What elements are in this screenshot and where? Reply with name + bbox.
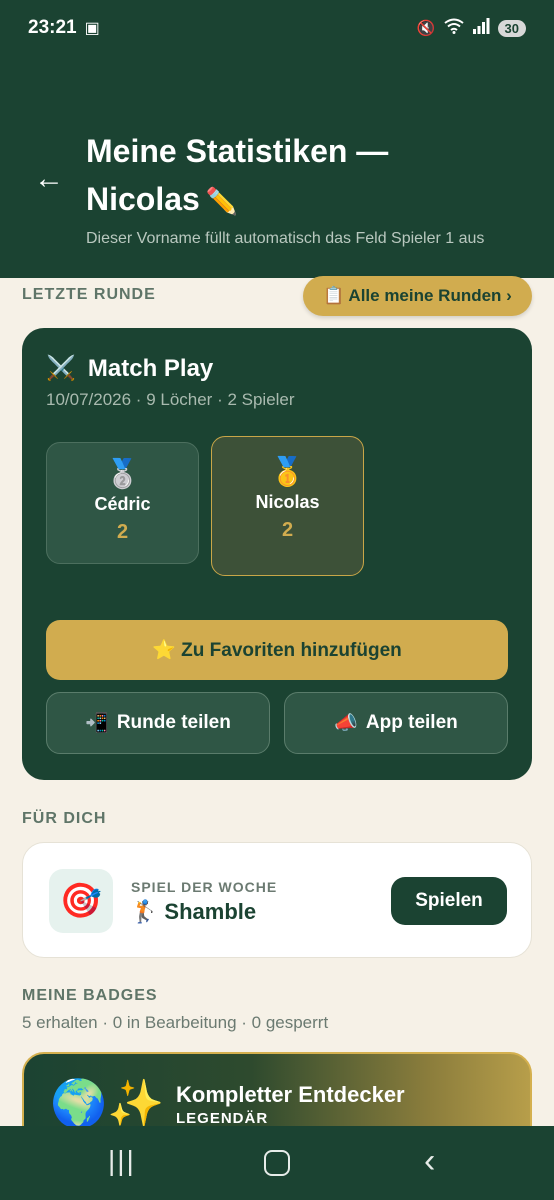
last-round-card: ⚔️ Match Play 10/07/2026 · 9 Löcher · 2 … bbox=[22, 328, 532, 780]
home-icon[interactable] bbox=[264, 1150, 290, 1176]
player-score: 2 bbox=[281, 519, 294, 541]
globe-sparkles-icon: 🌍✨ bbox=[50, 1077, 165, 1129]
game-of-week-title: 🏌️ Shamble bbox=[131, 899, 256, 925]
title-line-2: Nicolas ✏️ bbox=[86, 180, 526, 220]
title-line-1: Meine Statistiken — bbox=[86, 133, 389, 169]
player-name: Cédric bbox=[94, 494, 151, 514]
game-of-the-week-card: 🎯 SPIEL DER WOCHE 🏌️ Shamble Spielen bbox=[22, 842, 532, 958]
add-to-favorites-button[interactable]: ⭐ Zu Favoriten hinzufügen bbox=[46, 620, 508, 680]
status-icons: 🔇 30 bbox=[417, 18, 526, 38]
round-title: ⚔️ Match Play bbox=[46, 354, 213, 383]
battery-indicator: 30 bbox=[497, 19, 526, 37]
section-label-badges: MEINE BADGES bbox=[22, 987, 158, 1004]
screen-record-icon: ▣ bbox=[84, 20, 100, 37]
game-name: Shamble bbox=[164, 899, 257, 924]
share-app-label: App teilen bbox=[365, 712, 458, 733]
section-label-last-round: LETZTE RUNDE bbox=[22, 286, 156, 303]
badge-rarity: LEGENDÄR bbox=[176, 1110, 269, 1127]
share-app-button[interactable]: 📣 App teilen bbox=[284, 692, 508, 754]
round-meta: 10/07/2026 · 9 Löcher · 2 Spieler bbox=[46, 390, 295, 409]
share-round-button[interactable]: 📲 Runde teilen bbox=[46, 692, 270, 754]
badge-title: Kompletter Entdecker bbox=[176, 1082, 405, 1107]
page-header: ← Meine Statistiken — Nicolas ✏️ Dieser V… bbox=[0, 56, 554, 278]
target-icon: 🎯 bbox=[49, 869, 113, 933]
round-game-name: Match Play bbox=[87, 354, 214, 382]
section-label-for-you: FÜR DICH bbox=[22, 810, 107, 827]
back-icon[interactable]: ‹ bbox=[424, 1144, 435, 1178]
gold-medal-icon: 🥇 bbox=[270, 456, 305, 487]
edit-pencil-icon[interactable]: ✏️ bbox=[206, 186, 238, 216]
page-title: Meine Statistiken — Nicolas ✏️ bbox=[86, 132, 526, 220]
badges-summary: 5 erhalten · 0 in Bearbeitung · 0 gesper… bbox=[22, 1013, 329, 1032]
game-of-week-kicker: SPIEL DER WOCHE bbox=[131, 879, 278, 895]
player-score: 2 bbox=[116, 521, 129, 543]
crossed-swords-icon: ⚔️ bbox=[46, 355, 76, 382]
player-first-name: Nicolas bbox=[86, 181, 200, 217]
system-nav-bar: ||| ‹ bbox=[0, 1126, 554, 1200]
all-rounds-button[interactable]: 📋 Alle meine Runden › bbox=[303, 276, 532, 316]
player-card-nicolas: 🥇 Nicolas 2 bbox=[211, 436, 364, 576]
back-arrow-icon[interactable]: ← bbox=[34, 164, 64, 194]
share-round-label: Runde teilen bbox=[116, 712, 231, 733]
play-button[interactable]: Spielen bbox=[391, 877, 507, 925]
status-bar: 23:21 ▣ 🔇 30 bbox=[0, 0, 554, 56]
golfer-icon: 🏌️ bbox=[131, 899, 159, 924]
mute-vibrate-icon: 🔇 bbox=[416, 20, 436, 37]
status-time: 23:21 bbox=[28, 17, 77, 38]
silver-medal-icon: 🥈 bbox=[105, 458, 140, 489]
page-subtitle: Dieser Vorname füllt automatisch das Fel… bbox=[86, 230, 485, 247]
player-card-cedric: 🥈 Cédric 2 bbox=[46, 442, 199, 564]
signal-icon bbox=[472, 18, 490, 38]
recent-apps-icon[interactable]: ||| bbox=[108, 1146, 136, 1176]
megaphone-icon: 📣 bbox=[334, 713, 358, 734]
wifi-6-icon bbox=[443, 18, 464, 38]
player-name: Nicolas bbox=[255, 492, 320, 512]
phone-share-icon: 📲 bbox=[85, 713, 109, 734]
